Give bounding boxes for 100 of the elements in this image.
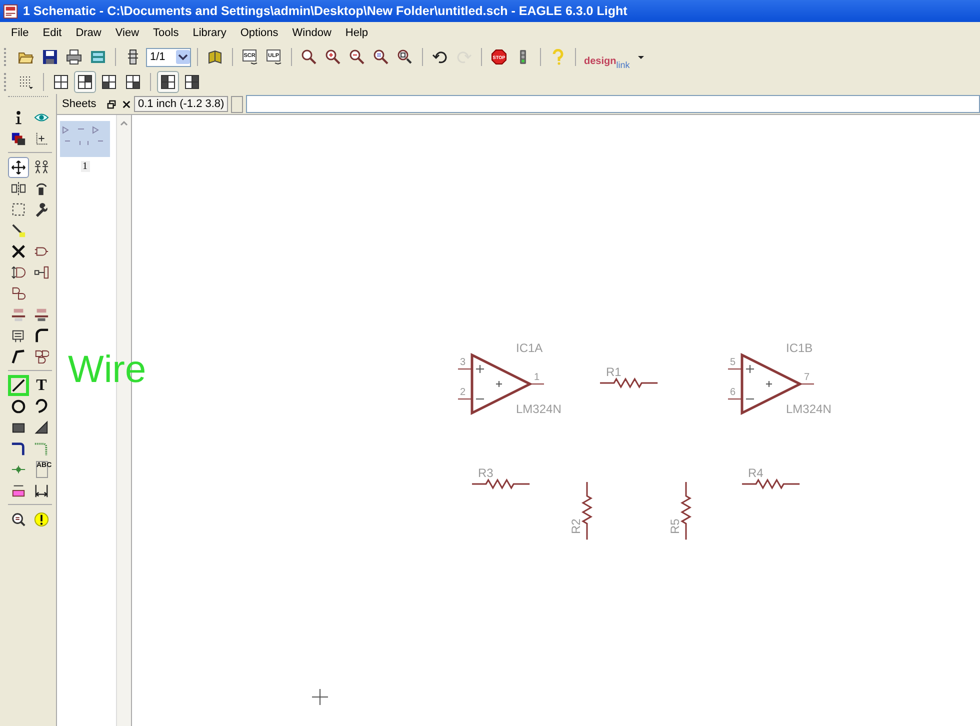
split-icon bbox=[11, 349, 26, 364]
line-icon bbox=[11, 378, 26, 393]
part-name: R1 bbox=[606, 365, 622, 379]
film-icon bbox=[90, 49, 106, 65]
paste-icon bbox=[11, 223, 26, 238]
menu-item[interactable]: View bbox=[108, 27, 146, 39]
sheet-item[interactable]: 1 bbox=[60, 121, 110, 172]
layout-icon bbox=[77, 74, 93, 90]
tool-button[interactable] bbox=[8, 375, 29, 396]
erc-icon bbox=[11, 512, 26, 527]
miter-icon bbox=[34, 328, 49, 343]
menu-item[interactable]: Help bbox=[338, 27, 376, 39]
zoom-fit-icon bbox=[301, 49, 317, 65]
replace-icon bbox=[34, 265, 49, 280]
polygon-icon bbox=[34, 420, 49, 435]
layout-icon bbox=[160, 74, 176, 90]
close-icon[interactable] bbox=[122, 100, 131, 108]
layers-icon bbox=[11, 131, 26, 146]
smash-icon bbox=[11, 328, 26, 343]
restore-icon[interactable] bbox=[107, 100, 116, 108]
crosshair-cursor bbox=[312, 688, 328, 706]
resistor-symbol bbox=[582, 482, 592, 540]
part-value: LM324N bbox=[516, 402, 562, 416]
menu-item[interactable]: File bbox=[4, 27, 36, 39]
zoom-out-icon bbox=[349, 49, 365, 65]
menu-item[interactable]: Library bbox=[186, 27, 234, 39]
app-icon bbox=[3, 4, 18, 18]
resistor-symbol bbox=[472, 478, 530, 490]
pin-number: 6 bbox=[730, 387, 736, 398]
layout-icon bbox=[125, 74, 141, 90]
status-box bbox=[231, 96, 244, 112]
pin-number: 3 bbox=[460, 357, 466, 368]
undo-icon bbox=[432, 49, 448, 65]
zoom-select-icon bbox=[397, 49, 413, 65]
zoom-in-icon bbox=[325, 49, 341, 65]
mirror-icon bbox=[11, 181, 26, 196]
sheet-thumbnail bbox=[60, 121, 110, 157]
dropdown-icon bbox=[176, 50, 190, 64]
resistor-symbol bbox=[600, 378, 658, 388]
part-name: R5 bbox=[668, 518, 682, 534]
window-title: 1 Schematic - C:\Documents and Settings\admin\Desktop\New Folder\untitled.sch - EAGLE 6.3.0 Light bbox=[23, 4, 628, 18]
move-icon bbox=[11, 160, 26, 175]
layout-icon bbox=[53, 74, 69, 90]
toolbar-button[interactable] bbox=[74, 71, 96, 93]
dimension-icon bbox=[34, 483, 49, 498]
attribute-icon bbox=[11, 483, 26, 498]
layout-icon bbox=[101, 74, 117, 90]
annotation-label: Wire bbox=[68, 351, 146, 389]
save-icon bbox=[42, 49, 58, 65]
help-icon bbox=[550, 49, 566, 65]
pin-number: 2 bbox=[460, 387, 466, 398]
part-name: R2 bbox=[569, 518, 583, 534]
gate-swap-icon bbox=[11, 286, 26, 301]
toolbar-button[interactable] bbox=[157, 71, 179, 93]
grid-coordinates: 0.1 inch (-1.2 3.8) bbox=[134, 96, 228, 112]
arc-icon bbox=[34, 399, 49, 414]
value-icon bbox=[34, 307, 49, 322]
zoom-redraw-icon bbox=[373, 49, 389, 65]
copy-icon bbox=[34, 160, 49, 175]
panel-title: Sheets bbox=[62, 98, 98, 110]
menu-item[interactable]: Edit bbox=[36, 27, 69, 39]
board-switch-icon bbox=[125, 49, 141, 65]
part-value: LM324N bbox=[786, 402, 832, 416]
part-name: IC1A bbox=[516, 341, 543, 355]
grid-icon bbox=[18, 74, 34, 90]
rotate-icon bbox=[34, 181, 49, 196]
command-field[interactable] bbox=[246, 95, 980, 113]
delete-icon bbox=[11, 244, 26, 259]
toolbar-grip[interactable] bbox=[4, 48, 9, 66]
name-icon bbox=[11, 307, 26, 322]
pin-number: 7 bbox=[804, 372, 810, 383]
menu-item[interactable]: Window bbox=[285, 27, 338, 39]
tool-button[interactable] bbox=[8, 157, 29, 178]
pin-swap-icon bbox=[11, 265, 26, 280]
invoke-icon bbox=[34, 349, 49, 364]
warning-icon bbox=[34, 512, 49, 527]
resistor-symbol bbox=[680, 482, 692, 540]
tool-button[interactable]: T bbox=[31, 375, 52, 396]
resistor-symbol bbox=[742, 478, 800, 490]
part-name: IC1B bbox=[786, 341, 813, 355]
layout-icon bbox=[184, 74, 200, 90]
mark-icon bbox=[34, 131, 49, 146]
group-icon bbox=[11, 202, 26, 217]
circle-icon bbox=[11, 399, 26, 414]
part-name: R4 bbox=[748, 466, 764, 480]
menu-item[interactable]: Options bbox=[233, 27, 286, 39]
pin-number: 5 bbox=[730, 357, 736, 368]
net-icon bbox=[34, 441, 49, 456]
menu-item[interactable]: Tools bbox=[146, 27, 186, 39]
caret-icon[interactable] bbox=[636, 53, 645, 61]
zoom-select[interactable]: 1/1 bbox=[146, 48, 191, 66]
print-icon bbox=[66, 49, 82, 65]
part-name: R3 bbox=[478, 466, 494, 480]
toolbar-grip[interactable] bbox=[4, 73, 9, 91]
bus-icon bbox=[11, 441, 26, 456]
menu-item[interactable]: Draw bbox=[68, 27, 108, 39]
pin-number: 1 bbox=[534, 372, 540, 383]
sheet-number: 1 bbox=[80, 161, 90, 172]
wrench-icon bbox=[34, 202, 49, 217]
book-icon bbox=[207, 49, 223, 65]
